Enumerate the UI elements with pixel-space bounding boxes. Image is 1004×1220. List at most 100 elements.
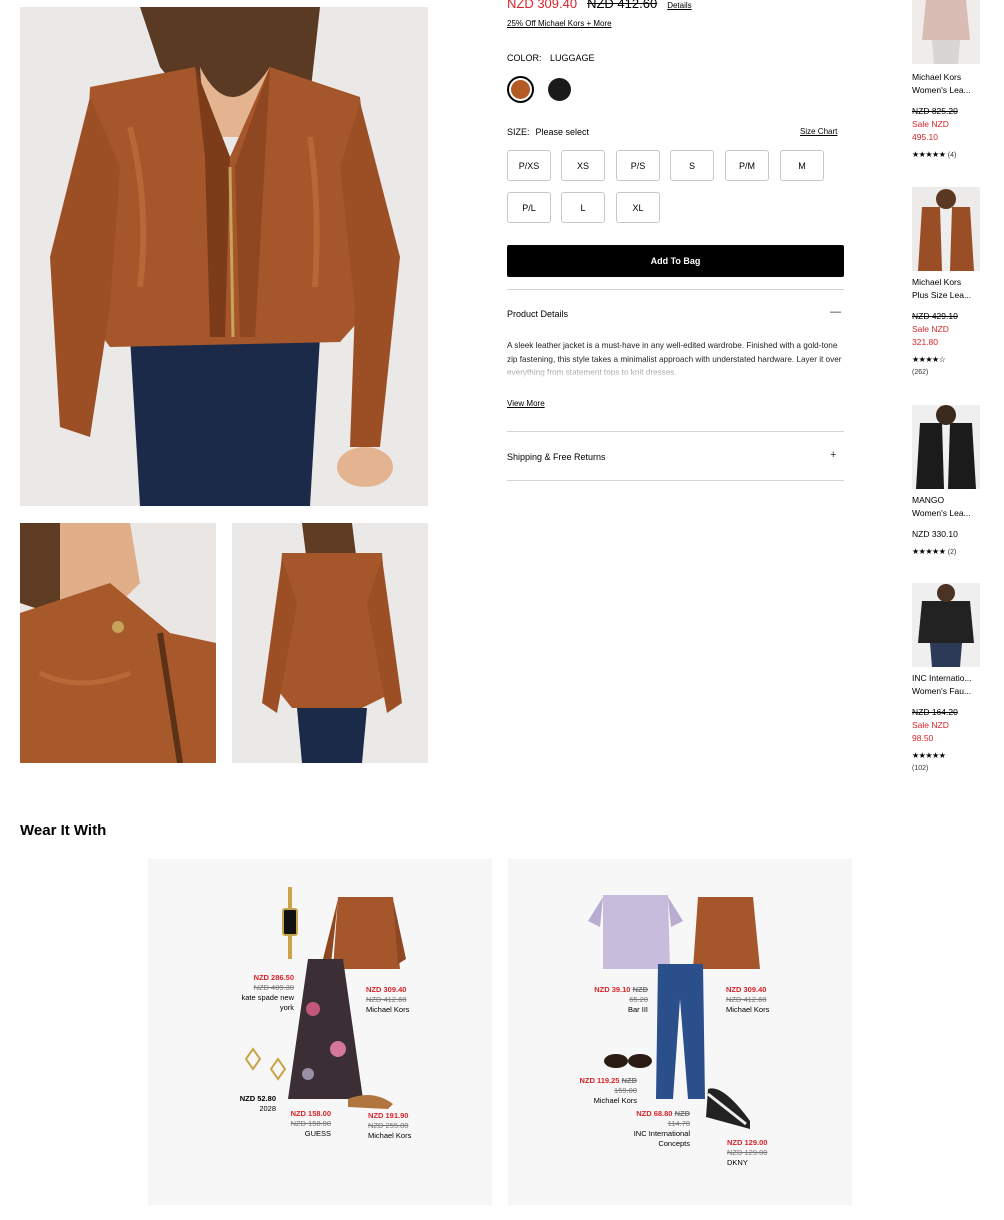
item-brand: kate spade new — [241, 993, 294, 1002]
rec-brand: Michael Kors — [912, 72, 962, 82]
outfit-card[interactable]: NZD 39.10 NZD 65.20 Bar III NZD 309.40 N… — [508, 859, 852, 1205]
rating-stars: ★★★★☆ — [912, 355, 946, 364]
rec-name: Plus Size Lea... — [912, 290, 972, 300]
rec-brand: Michael Kors — [912, 277, 962, 287]
size-button[interactable]: P/S — [616, 150, 660, 181]
color-value: LUGGAGE — [550, 53, 595, 63]
size-prompt: Please select — [535, 127, 590, 137]
item-price: NZD 286.50 — [253, 973, 294, 982]
outfit-item-label[interactable]: NZD 39.10 NZD 65.20 Bar III — [588, 985, 648, 1015]
divider — [507, 480, 844, 481]
item-brand-line2: york — [279, 1003, 294, 1012]
item-brand: Bar III — [627, 1005, 648, 1014]
outfit-item-label[interactable]: NZD 309.40 NZD 412.60 Michael Kors — [726, 985, 769, 1015]
item-brand: INC International — [633, 1129, 690, 1138]
divider — [507, 289, 844, 290]
item-price: NZD 158.00 — [290, 1109, 331, 1118]
recommendation-info[interactable]: MANGO Women's Lea... NZD 330.10 ★★★★★ (2… — [912, 494, 982, 559]
product-details-toggle[interactable]: Product Details — [507, 309, 568, 319]
rating-stars: ★★★★★ — [912, 150, 946, 159]
view-more-link[interactable]: View More — [507, 399, 545, 408]
size-button[interactable]: P/XS — [507, 150, 551, 181]
item-brand: GUESS — [304, 1129, 331, 1138]
size-button[interactable]: S — [670, 150, 714, 181]
review-count: (2) — [947, 549, 957, 556]
size-button[interactable]: L — [561, 192, 605, 223]
recommendation-info[interactable]: Michael Kors Women's Lea... NZD 825.20 S… — [912, 71, 982, 162]
expand-icon[interactable]: + — [830, 449, 836, 461]
item-price: NZD 129.00 — [727, 1138, 768, 1147]
rec-price: NZD 330.10 — [912, 529, 958, 539]
rec-sale-price: 495.10 — [912, 132, 938, 142]
rec-original-price: NZD 164.20 — [912, 707, 958, 717]
item-original-price: 159.00 — [614, 1086, 637, 1095]
outfit-card[interactable]: NZD 286.50 NZD 409.30 kate spade new yor… — [148, 859, 492, 1205]
item-price: NZD 68.80 — [636, 1109, 673, 1118]
outfit-item-label[interactable]: NZD 158.00 NZD 158.00 GUESS — [284, 1109, 331, 1139]
recommendation-info[interactable]: Michael Kors Plus Size Lea... NZD 429.10… — [912, 276, 982, 379]
rec-brand: INC Internatio... — [912, 673, 972, 683]
sale-price: NZD 309.40 — [507, 0, 578, 11]
recommendation-info[interactable]: INC Internatio... Women's Fau... NZD 164… — [912, 672, 982, 775]
item-price: NZD 191.90 — [368, 1111, 409, 1120]
item-original-price: NZD 158.00 — [290, 1119, 331, 1128]
size-button[interactable]: XL — [616, 192, 660, 223]
recommendation-image[interactable] — [912, 583, 980, 667]
item-brand: Michael Kors — [593, 1096, 637, 1105]
review-count: (4) — [947, 152, 957, 159]
rec-name: Women's Lea... — [912, 508, 971, 518]
item-price: NZD 52.80 — [239, 1094, 276, 1103]
size-label: SIZE: Please select — [507, 127, 589, 137]
promo-link[interactable]: 25% Off Michael Kors + More — [507, 19, 612, 28]
shipping-returns-toggle[interactable]: Shipping & Free Returns — [507, 452, 606, 462]
item-original-price-prefix: NZD — [621, 1076, 637, 1085]
outfit-item-label[interactable]: NZD 52.80 2028 — [234, 1094, 276, 1114]
rec-original-price: NZD 825.20 — [912, 106, 958, 116]
item-original-price-prefix: NZD — [632, 985, 648, 994]
size-button[interactable]: XS — [561, 150, 605, 181]
recommendation-image[interactable] — [912, 405, 980, 489]
item-brand-line2: Concepts — [658, 1139, 690, 1148]
product-main-image[interactable] — [20, 7, 428, 506]
size-button[interactable]: P/M — [725, 150, 769, 181]
outfit-item-label[interactable]: NZD 286.50 NZD 409.30 kate spade new yor… — [236, 973, 294, 1013]
outfit-item-label[interactable]: NZD 129.00 NZD 129.00 DKNY — [727, 1138, 767, 1168]
item-price: NZD 309.40 — [366, 985, 407, 994]
outfit-item-label[interactable]: NZD 191.90 NZD 255.80 Michael Kors — [368, 1111, 411, 1141]
recommendation-image[interactable] — [912, 187, 980, 271]
size-chart-link[interactable]: Size Chart — [800, 127, 837, 136]
item-original-price: 65.20 — [629, 995, 648, 1004]
collapse-icon[interactable]: — — [830, 306, 841, 318]
item-original-price: NZD 409.30 — [253, 983, 294, 992]
rec-sale-label: Sale NZD — [912, 324, 949, 334]
item-original-price: NZD 255.80 — [368, 1121, 409, 1130]
swatch-black[interactable] — [546, 76, 573, 103]
item-original-price-prefix: NZD — [674, 1109, 690, 1118]
outfit-item-label[interactable]: NZD 119.25 NZD 159.00 Michael Kors — [572, 1076, 637, 1106]
item-price: NZD 309.40 — [726, 985, 767, 994]
size-button[interactable]: P/L — [507, 192, 551, 223]
outfit-item-label[interactable]: NZD 68.80 NZD 114.70 INC International C… — [628, 1109, 690, 1149]
item-original-price: NZD 412.60 — [366, 995, 407, 1004]
item-brand: 2028 — [259, 1104, 276, 1113]
rating-stars: ★★★★★ — [912, 751, 946, 760]
item-brand: DKNY — [727, 1158, 748, 1167]
rec-sale-price: 98.50 — [912, 733, 934, 743]
price-details-link[interactable]: Details — [667, 1, 691, 10]
product-thumbnail-detail[interactable] — [20, 523, 216, 763]
divider — [507, 431, 844, 432]
original-price: NZD 412.60 — [587, 0, 658, 11]
rec-sale-label: Sale NZD — [912, 720, 949, 730]
product-thumbnail-back[interactable] — [232, 523, 428, 763]
review-count: (262) — [912, 369, 929, 376]
review-count: (102) — [912, 765, 929, 772]
add-to-bag-button[interactable]: Add To Bag — [507, 245, 844, 277]
outfit-item-label[interactable]: NZD 309.40 NZD 412.60 Michael Kors — [366, 985, 409, 1015]
recommendation-image[interactable] — [912, 0, 980, 64]
swatch-luggage[interactable] — [507, 76, 534, 103]
wear-it-with-title: Wear It With — [20, 822, 107, 839]
item-original-price: NZD 129.00 — [727, 1148, 768, 1157]
size-button[interactable]: M — [780, 150, 824, 181]
color-label-title: COLOR: — [507, 53, 542, 63]
item-brand: Michael Kors — [368, 1131, 412, 1140]
